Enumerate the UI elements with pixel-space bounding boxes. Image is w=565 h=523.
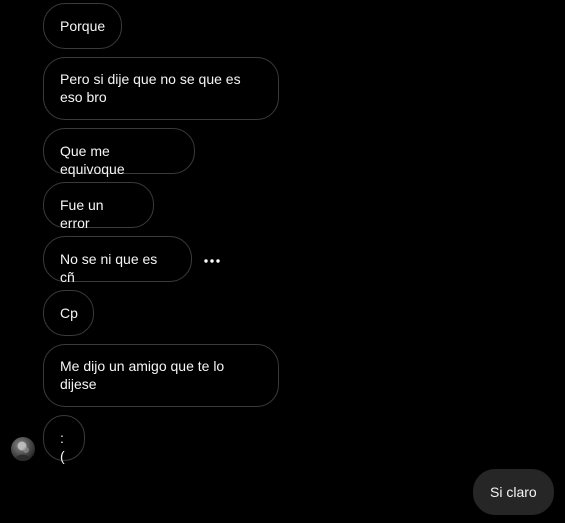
message-bubble[interactable]: :( [43,415,85,464]
message-bubble[interactable]: Me dijo un amigo que te lo dijese [43,344,279,407]
message-text: No se ni que es cñ [60,251,158,285]
message-text: Que me equivoque [60,143,125,177]
message-bubble[interactable]: Pero si dije que no se que es eso bro [43,57,279,120]
message-text: Pero si dije que no se que es eso bro [60,71,241,105]
message-bubble[interactable]: Cp [43,290,94,336]
more-options-icon[interactable] [198,247,226,275]
avatar-image [11,437,35,461]
message-text: Porque [60,18,106,34]
ellipsis-dots [204,259,220,263]
message-text: Cp [60,305,78,321]
message-text: Si claro [490,484,537,500]
message-text: Me dijo un amigo que te lo dijese [60,358,225,392]
contact-avatar[interactable] [11,437,35,461]
message-thread: Porque Pero si dije que no se que es eso… [0,0,565,523]
message-bubble[interactable]: Que me equivoque [43,128,195,177]
message-bubble[interactable]: Porque [43,3,122,49]
message-bubble[interactable]: No se ni que es cñ [43,236,192,285]
message-bubble-outgoing[interactable]: Si claro [473,469,554,515]
message-text: Fue un error [60,197,104,231]
message-bubble[interactable]: Fue un error [43,182,154,231]
message-text: :( [60,430,65,464]
